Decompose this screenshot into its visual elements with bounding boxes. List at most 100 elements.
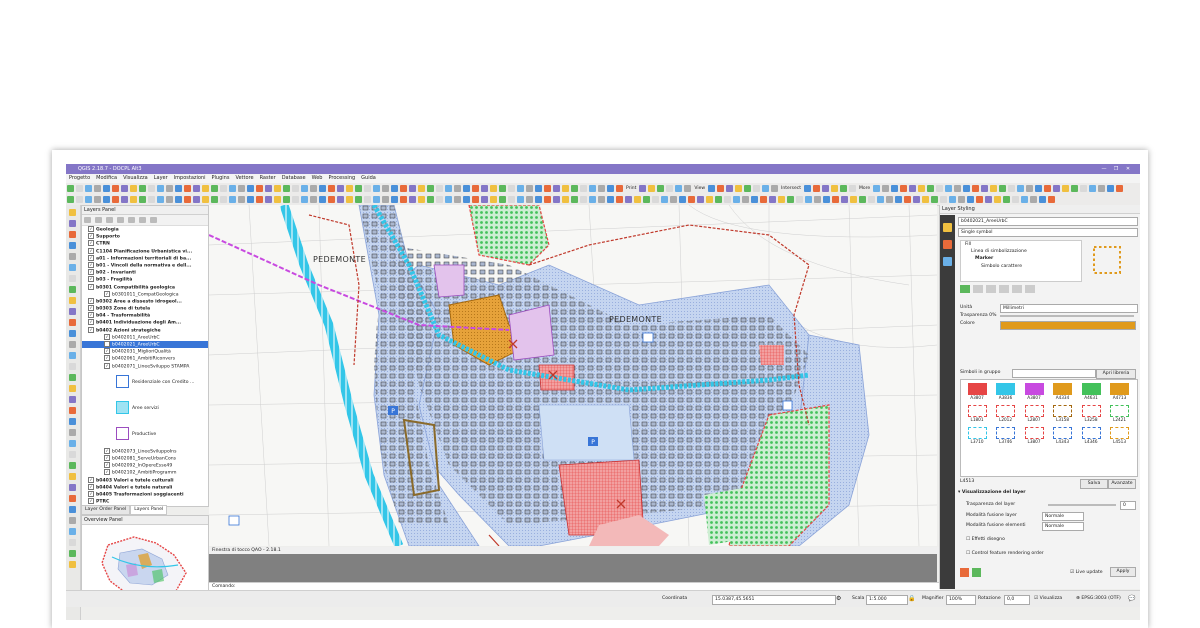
tb2-tool-icon[interactable] bbox=[598, 196, 605, 203]
symbol-swatch[interactable]: L4346 bbox=[1078, 427, 1104, 445]
tb2-tool-icon[interactable] bbox=[508, 196, 515, 203]
tb1-tool-icon[interactable] bbox=[292, 185, 299, 192]
tab-layers[interactable]: Layers Panel bbox=[130, 505, 168, 515]
tb1-tool-icon[interactable] bbox=[373, 185, 380, 192]
tb1-tool-icon[interactable] bbox=[130, 185, 137, 192]
tb1-tool-icon[interactable] bbox=[472, 185, 479, 192]
tb2-tool-icon[interactable] bbox=[1048, 196, 1055, 203]
tb1-tool-icon[interactable] bbox=[247, 185, 254, 192]
layer-visibility-checkbox[interactable]: ✓ bbox=[88, 276, 94, 283]
tb2-tool-icon[interactable] bbox=[607, 196, 614, 203]
tb1-tool-icon[interactable] bbox=[891, 185, 899, 192]
layer-visibility-checkbox[interactable]: ✓ bbox=[88, 247, 94, 254]
layer-row[interactable]: ✓ b0301011_CompatGeologica bbox=[82, 290, 208, 298]
tb1-tool-icon[interactable] bbox=[972, 185, 980, 192]
layer-row[interactable]: ✓ b0402011_AreeUrbC bbox=[82, 333, 208, 341]
add-layer-tool-icon[interactable] bbox=[69, 451, 76, 458]
add-layer-tool-icon[interactable] bbox=[69, 363, 76, 370]
tb2-tool-icon[interactable] bbox=[697, 196, 704, 203]
tb1-tool-icon[interactable] bbox=[94, 185, 101, 192]
live-update-checkbox[interactable]: ☑ Live update bbox=[1070, 570, 1103, 576]
tb1-tool-icon[interactable] bbox=[666, 185, 674, 192]
tb2-tool-icon[interactable] bbox=[310, 196, 317, 203]
tb2-tool-icon[interactable] bbox=[625, 196, 632, 203]
layer-row[interactable]: ✓ b02 - Invarianti bbox=[82, 269, 208, 276]
tb1-tool-icon[interactable] bbox=[657, 185, 665, 192]
transparency-slider[interactable] bbox=[1000, 315, 1134, 317]
tb2-tool-icon[interactable] bbox=[166, 196, 173, 203]
minimize-button[interactable]: — bbox=[1098, 164, 1110, 174]
remove-layer-icon[interactable] bbox=[150, 217, 157, 223]
tb1-tool-icon[interactable] bbox=[517, 185, 524, 192]
tb1-tool-icon[interactable] bbox=[193, 185, 200, 192]
layer-row[interactable]: ✓ CTRN bbox=[82, 240, 208, 247]
tb1-tool-icon[interactable] bbox=[936, 185, 944, 192]
tb2-tool-icon[interactable] bbox=[274, 196, 281, 203]
menu-item-7[interactable]: Raster bbox=[257, 174, 279, 183]
lock-symbol-layer-icon[interactable] bbox=[986, 285, 996, 293]
symbol-swatch[interactable]: L4343 bbox=[1050, 427, 1076, 445]
tb1-tool-icon[interactable] bbox=[436, 185, 443, 192]
layer-visibility-checkbox[interactable]: ✓ bbox=[104, 355, 110, 362]
tb1-tool-icon[interactable] bbox=[771, 185, 779, 192]
extents-icon[interactable]: ⚙ bbox=[836, 595, 841, 603]
tb1-tool-icon[interactable] bbox=[319, 185, 326, 192]
tb1-tool-icon[interactable] bbox=[726, 185, 734, 192]
symbol-swatch[interactable]: L3158 bbox=[1050, 405, 1076, 423]
filter-legend-icon[interactable] bbox=[117, 217, 124, 223]
tb1-tool-icon[interactable] bbox=[85, 185, 92, 192]
tb2-tool-icon[interactable] bbox=[931, 196, 938, 203]
tb1-tool-icon[interactable] bbox=[67, 185, 74, 192]
layer-row[interactable]: ✓ b0302 Aree a dissesto idrogeol... bbox=[82, 297, 208, 305]
tb2-tool-icon[interactable] bbox=[796, 196, 803, 203]
tb2-tool-icon[interactable] bbox=[202, 196, 209, 203]
symbology-tab-icon[interactable] bbox=[943, 223, 952, 232]
add-layer-tool-icon[interactable] bbox=[69, 275, 76, 282]
tb1-tool-icon[interactable] bbox=[409, 185, 416, 192]
add-layer-tool-icon[interactable] bbox=[69, 396, 76, 403]
layer-visibility-checkbox[interactable]: ✓ bbox=[104, 462, 110, 469]
blend-layer-select[interactable]: Normale bbox=[1042, 512, 1084, 521]
tb2-tool-icon[interactable] bbox=[490, 196, 497, 203]
tb1-tool-icon[interactable] bbox=[1062, 185, 1070, 192]
tb1-tool-icon[interactable] bbox=[355, 185, 362, 192]
tb1-tool-icon[interactable] bbox=[580, 185, 587, 192]
tb1-tool-icon[interactable] bbox=[990, 185, 998, 192]
layer-visibility-checkbox[interactable]: ✓ bbox=[88, 483, 94, 490]
layer-visibility-checkbox[interactable]: ✓ bbox=[88, 233, 94, 240]
maximize-button[interactable]: ❐ bbox=[1110, 164, 1122, 174]
layer-row[interactable]: ✓ Geologia bbox=[82, 226, 208, 233]
tb1-tool-icon[interactable] bbox=[821, 185, 829, 192]
add-layer-tool-icon[interactable] bbox=[69, 517, 76, 524]
layer-row[interactable]: ✓ b0301 Compatibilità geologica bbox=[82, 283, 208, 291]
tb2-tool-icon[interactable] bbox=[706, 196, 713, 203]
tb1-tool-icon[interactable] bbox=[211, 185, 218, 192]
tb1-tool-icon[interactable] bbox=[1116, 185, 1124, 192]
tb2-tool-icon[interactable] bbox=[436, 196, 443, 203]
tb1-tool-icon[interactable] bbox=[310, 185, 317, 192]
tb1-tool-icon[interactable] bbox=[463, 185, 470, 192]
expand-all-icon[interactable] bbox=[128, 217, 135, 223]
layer-visibility-checkbox[interactable]: ✓ bbox=[104, 290, 110, 297]
tb2-tool-icon[interactable] bbox=[1003, 196, 1010, 203]
tb2-tool-icon[interactable] bbox=[373, 196, 380, 203]
symbol-swatch[interactable]: L3746 bbox=[993, 427, 1019, 445]
tb2-tool-icon[interactable] bbox=[751, 196, 758, 203]
tb2-tool-icon[interactable] bbox=[985, 196, 992, 203]
draw-effects-checkbox[interactable]: ☐ Effetti disegno bbox=[966, 537, 1005, 543]
symbol-swatch[interactable]: A4631 bbox=[1078, 383, 1104, 401]
tb2-tool-icon[interactable] bbox=[994, 196, 1001, 203]
tb2-tool-icon[interactable] bbox=[346, 196, 353, 203]
tb1-tool-icon[interactable] bbox=[157, 185, 164, 192]
tb1-tool-icon[interactable] bbox=[735, 185, 743, 192]
tb2-tool-icon[interactable] bbox=[454, 196, 461, 203]
tb2-tool-icon[interactable] bbox=[364, 196, 371, 203]
menu-item-10[interactable]: Processing bbox=[325, 174, 358, 183]
tb1-tool-icon[interactable] bbox=[999, 185, 1007, 192]
symbol-swatch[interactable]: L3710 bbox=[964, 427, 990, 445]
tree-line[interactable]: Linea di simbolizzazione bbox=[961, 248, 1081, 255]
symbol-swatch[interactable]: L2807 bbox=[1021, 405, 1047, 423]
color-button[interactable] bbox=[1000, 321, 1136, 330]
add-layer-tool-icon[interactable] bbox=[69, 506, 76, 513]
layer-row[interactable]: ✓ b0402081_ServeUrbanCons bbox=[82, 454, 208, 462]
